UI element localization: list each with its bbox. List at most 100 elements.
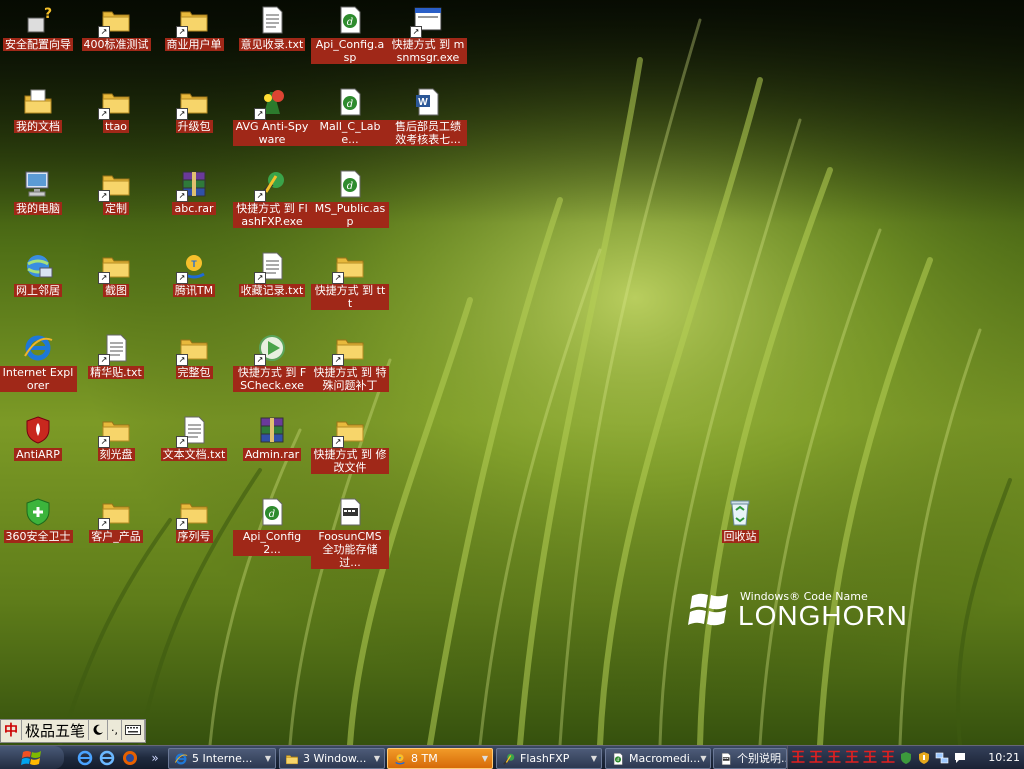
svg-text:d: d: [617, 758, 620, 763]
tray-wubi-icon[interactable]: 王: [808, 750, 824, 766]
svg-text:T: T: [191, 259, 197, 269]
shortcut-arrow-icon: ↗: [332, 436, 344, 448]
moon-icon[interactable]: [89, 720, 109, 740]
folder-icon: ↗: [176, 496, 210, 530]
start-button[interactable]: [0, 746, 64, 769]
desktop-icon-api-config2[interactable]: d Api_Config2...: [233, 496, 311, 556]
tray-wubi-icon[interactable]: 王: [880, 750, 896, 766]
desktop-icon-label: abc.rar: [172, 202, 216, 215]
desktop-icon-folder-400[interactable]: ↗ 400标准测试: [77, 4, 155, 51]
taskbar-button[interactable]: 个别说明...: [713, 748, 787, 769]
dropdown-arrow-icon: ▼: [481, 754, 488, 763]
tray-wubi-icon[interactable]: 王: [790, 750, 806, 766]
desktop-icon-lnk-fscheck[interactable]: ↗ 快捷方式 到 FSCheck.exe: [233, 332, 311, 392]
desktop-icon-label: AntiARP: [14, 448, 62, 461]
text-file-icon: ↗: [98, 332, 132, 366]
keyboard-icon[interactable]: [122, 720, 146, 740]
text-file-icon: ↗: [176, 414, 210, 448]
ime-toolbar[interactable]: 中 极品五笔 ·,: [0, 719, 147, 743]
dreamweaver-file-icon: d: [334, 86, 366, 118]
desktop-icon-label: 快捷方式 到 修改文件: [311, 448, 389, 474]
ime-name[interactable]: 极品五笔: [22, 720, 90, 740]
desktop-icon-txt-favorites[interactable]: ↗ 收藏记录.txt: [233, 250, 311, 297]
ime-logo[interactable]: 中: [1, 720, 22, 740]
app-window-icon: ↗: [410, 4, 444, 38]
network-tray-icon[interactable]: [934, 750, 950, 766]
shield-icon[interactable]: [898, 750, 914, 766]
desktop-icon-folder-upgrade[interactable]: ↗ 升级包: [155, 86, 233, 133]
desktop-icon-rar-abc[interactable]: ↗ abc.rar: [155, 168, 233, 215]
desktop-icon-folder-customer[interactable]: ↗ 客户_产品: [77, 496, 155, 543]
tray-wubi-icon[interactable]: 王: [826, 750, 842, 766]
text-file-icon: [256, 4, 288, 36]
desktop-icon-folder-ttao[interactable]: ↗ ttao: [77, 86, 155, 133]
desktop-icon-label: ttao: [102, 120, 130, 133]
ie-quick-icon[interactable]: [76, 749, 94, 767]
desktop-icon-lnk-modify-files[interactable]: ↗ 快捷方式 到 修改文件: [311, 414, 389, 474]
taskbar-button[interactable]: T 8 TM ▼: [387, 748, 493, 769]
play-icon: ↗: [254, 332, 288, 366]
recycle-bin-icon: [724, 496, 756, 528]
desktop-icon-folder-custom[interactable]: ↗ 定制: [77, 168, 155, 215]
desktop-icon-folder-screenshot[interactable]: ↗ 截图: [77, 250, 155, 297]
shortcut-arrow-icon: ↗: [254, 108, 266, 120]
folder-icon: ↗: [98, 496, 132, 530]
desktop-icon-lnk-msnmsgr[interactable]: ↗ 快捷方式 到 msnmsgr.exe: [389, 4, 467, 64]
ime-punctuation[interactable]: ·,: [108, 720, 123, 740]
desktop-icon-label: 文本文档.txt: [160, 448, 228, 461]
desktop-icon-my-documents[interactable]: 我的文档: [0, 86, 77, 133]
desktop-icon-tencent-tm[interactable]: T ↗ 腾讯TM: [155, 250, 233, 297]
desktop-icon-antiarp[interactable]: AntiARP: [0, 414, 77, 461]
desktop-icon-asp-ms-public[interactable]: d MS_Public.asp: [311, 168, 389, 228]
desktop-icon-foosun-cms[interactable]: FoosunCMS全功能存储过...: [311, 496, 389, 569]
desktop-icon-label: 400标准测试: [81, 38, 151, 51]
desktop-icon-network[interactable]: 网上邻居: [0, 250, 77, 297]
svg-text:d: d: [269, 509, 275, 520]
desktop-icon-doc-aftersales[interactable]: W 售后部员工绩效考核表七...: [389, 86, 467, 146]
taskbar: » 5 Interne... ▼ 3 Window... ▼ T 8 TM ▼ FlashFX…: [0, 745, 1024, 769]
desktop-icon-lnk-ttt[interactable]: ↗ 快捷方式 到 ttt: [311, 250, 389, 310]
desktop-icon-mall-label[interactable]: d Mall_C_Labe...: [311, 86, 389, 146]
clock[interactable]: 10:21: [988, 751, 1020, 764]
desktop-icon-folder-complete[interactable]: ↗ 完整包: [155, 332, 233, 379]
chat-bubble-icon[interactable]: [952, 750, 968, 766]
quick-launch-overflow[interactable]: »: [146, 749, 164, 767]
svg-text:?: ?: [44, 6, 52, 22]
taskbar-button[interactable]: FlashFXP ▼: [496, 748, 602, 769]
desktop-icon-folder-serial[interactable]: ↗ 序列号: [155, 496, 233, 543]
shortcut-arrow-icon: ↗: [410, 26, 422, 38]
internet-explorer-icon: [174, 752, 188, 766]
desktop-icon-recycle-bin[interactable]: 回收站: [701, 496, 779, 543]
desktop-icon-txt-essence[interactable]: ↗ 精华贴.txt: [77, 332, 155, 379]
ie-quick-icon[interactable]: [98, 749, 116, 767]
desktop-icon-txt-feedback[interactable]: 意见收录.txt: [233, 4, 311, 51]
tray-wubi-icon[interactable]: 王: [862, 750, 878, 766]
desktop-icon-label: 安全配置向导: [3, 38, 73, 51]
desktop-icon-360-safe[interactable]: 360安全卫士: [0, 496, 77, 543]
desktop-icon-folder-biz[interactable]: ↗ 商业用户单: [155, 4, 233, 51]
desktop-icon-lnk-special-patch[interactable]: ↗ 快捷方式 到 特殊问题补丁: [311, 332, 389, 392]
desktop-icon-my-computer[interactable]: 我的电脑: [0, 168, 77, 215]
tray-wubi-icon[interactable]: 王: [844, 750, 860, 766]
desktop-icon-rar-admin[interactable]: Admin.rar: [233, 414, 311, 461]
desktop-icon-ie[interactable]: Internet Explorer: [0, 332, 77, 392]
desktop-icon-folder-burn[interactable]: ↗ 刻光盘: [77, 414, 155, 461]
desktop-icon-avg[interactable]: ↗ AVG Anti-Spyware: [233, 86, 311, 146]
desktop-icon-label: 客户_产品: [89, 530, 143, 543]
windows-flag-logo-icon: [688, 593, 728, 626]
wizard-icon: ?: [22, 4, 54, 36]
desktop-icon-txt-textdoc[interactable]: ↗ 文本文档.txt: [155, 414, 233, 461]
desktop-icon-asp-api-config[interactable]: d Api_Config.asp: [311, 4, 389, 64]
desktop-icon-security-wizard[interactable]: ? 安全配置向导: [0, 4, 77, 51]
folder-icon: ↗: [98, 4, 132, 38]
shortcut-arrow-icon: ↗: [98, 272, 110, 284]
desktop-icon-lnk-flashfxp[interactable]: ↗ 快捷方式 到 FlashFXP.exe: [233, 168, 311, 228]
rar-icon: ↗: [176, 168, 210, 202]
taskbar-button[interactable]: d Macromedi... ▼: [605, 748, 711, 769]
taskbar-button[interactable]: 5 Interne... ▼: [168, 748, 276, 769]
rar-icon: [256, 414, 288, 446]
firefox-icon[interactable]: [121, 749, 139, 767]
taskbar-button[interactable]: 3 Window... ▼: [279, 748, 385, 769]
security-center-icon[interactable]: [916, 750, 932, 766]
my-computer-icon: [22, 168, 54, 200]
